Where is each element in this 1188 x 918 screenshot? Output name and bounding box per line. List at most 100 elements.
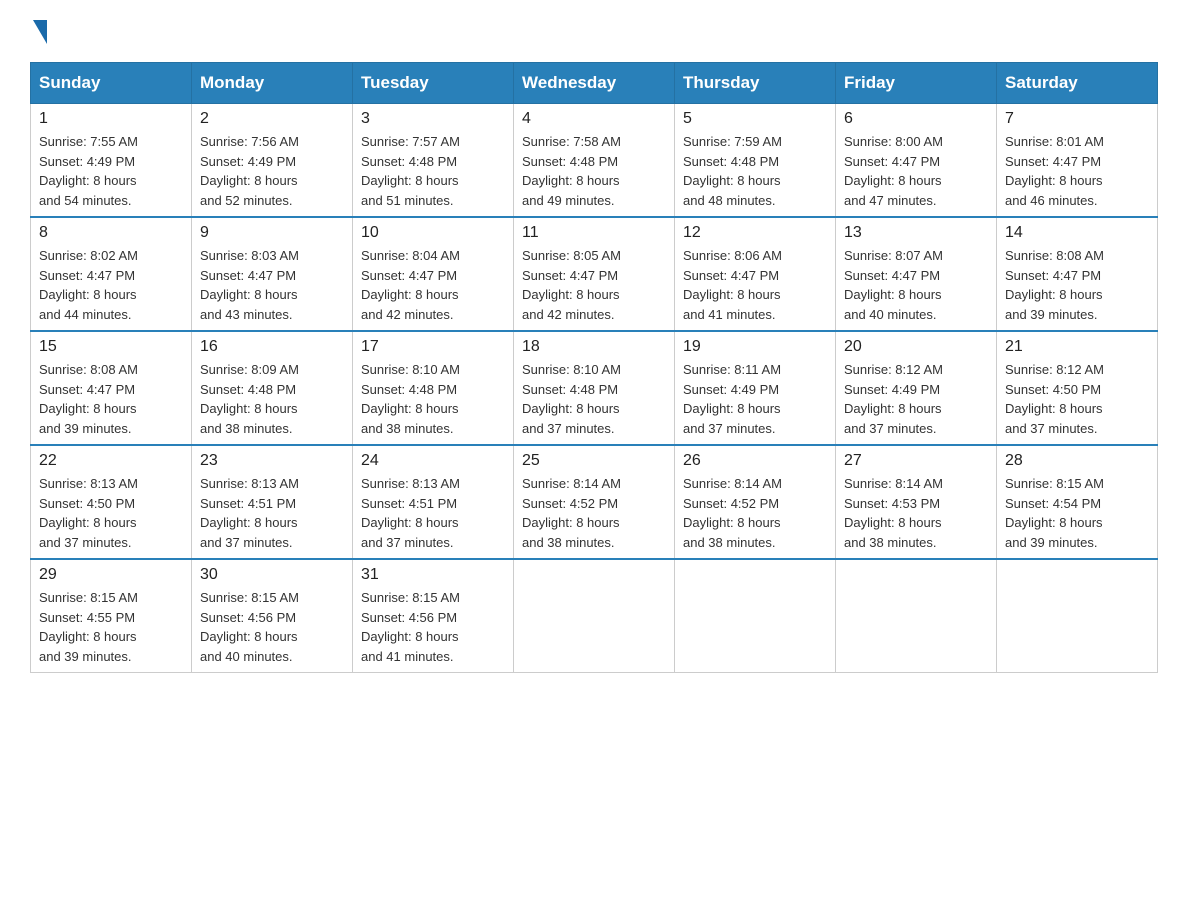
page-header (30, 20, 1158, 42)
daylight-minutes-text: and 37 minutes. (361, 535, 454, 550)
day-number: 26 (683, 452, 827, 470)
day-number: 1 (39, 110, 183, 128)
sunrise-text: Sunrise: 7:58 AM (522, 134, 621, 149)
daylight-minutes-text: and 38 minutes. (200, 421, 293, 436)
sunrise-text: Sunrise: 8:02 AM (39, 248, 138, 263)
daylight-minutes-text: and 37 minutes. (1005, 421, 1098, 436)
calendar-day-cell: 24 Sunrise: 8:13 AM Sunset: 4:51 PM Dayl… (353, 445, 514, 559)
day-info: Sunrise: 8:08 AM Sunset: 4:47 PM Dayligh… (39, 360, 183, 438)
daylight-minutes-text: and 37 minutes. (683, 421, 776, 436)
sunrise-text: Sunrise: 8:12 AM (844, 362, 943, 377)
day-info: Sunrise: 8:03 AM Sunset: 4:47 PM Dayligh… (200, 246, 344, 324)
daylight-text: Daylight: 8 hours (1005, 287, 1103, 302)
daylight-text: Daylight: 8 hours (200, 287, 298, 302)
sunrise-text: Sunrise: 7:56 AM (200, 134, 299, 149)
daylight-minutes-text: and 37 minutes. (844, 421, 937, 436)
day-info: Sunrise: 8:10 AM Sunset: 4:48 PM Dayligh… (522, 360, 666, 438)
sunset-text: Sunset: 4:47 PM (844, 268, 940, 283)
sunrise-text: Sunrise: 8:07 AM (844, 248, 943, 263)
day-number: 16 (200, 338, 344, 356)
calendar-day-cell: 2 Sunrise: 7:56 AM Sunset: 4:49 PM Dayli… (192, 104, 353, 218)
daylight-text: Daylight: 8 hours (683, 173, 781, 188)
daylight-minutes-text: and 48 minutes. (683, 193, 776, 208)
day-number: 21 (1005, 338, 1149, 356)
day-number: 29 (39, 566, 183, 584)
calendar-day-cell: 7 Sunrise: 8:01 AM Sunset: 4:47 PM Dayli… (997, 104, 1158, 218)
logo-triangle-icon (33, 20, 47, 44)
day-info: Sunrise: 8:01 AM Sunset: 4:47 PM Dayligh… (1005, 132, 1149, 210)
day-number: 31 (361, 566, 505, 584)
daylight-minutes-text: and 49 minutes. (522, 193, 615, 208)
calendar-day-cell: 16 Sunrise: 8:09 AM Sunset: 4:48 PM Dayl… (192, 331, 353, 445)
sunset-text: Sunset: 4:47 PM (39, 382, 135, 397)
calendar-day-cell: 1 Sunrise: 7:55 AM Sunset: 4:49 PM Dayli… (31, 104, 192, 218)
day-number: 7 (1005, 110, 1149, 128)
day-number: 17 (361, 338, 505, 356)
sunrise-text: Sunrise: 8:10 AM (522, 362, 621, 377)
calendar-day-cell: 10 Sunrise: 8:04 AM Sunset: 4:47 PM Dayl… (353, 217, 514, 331)
calendar-day-cell: 21 Sunrise: 8:12 AM Sunset: 4:50 PM Dayl… (997, 331, 1158, 445)
sunset-text: Sunset: 4:48 PM (200, 382, 296, 397)
sunrise-text: Sunrise: 8:11 AM (683, 362, 781, 377)
sunset-text: Sunset: 4:47 PM (1005, 268, 1101, 283)
daylight-text: Daylight: 8 hours (200, 515, 298, 530)
daylight-text: Daylight: 8 hours (1005, 401, 1103, 416)
sunset-text: Sunset: 4:47 PM (683, 268, 779, 283)
calendar-day-cell: 8 Sunrise: 8:02 AM Sunset: 4:47 PM Dayli… (31, 217, 192, 331)
calendar-day-cell: 30 Sunrise: 8:15 AM Sunset: 4:56 PM Dayl… (192, 559, 353, 673)
day-number: 24 (361, 452, 505, 470)
daylight-text: Daylight: 8 hours (39, 401, 137, 416)
daylight-text: Daylight: 8 hours (683, 515, 781, 530)
sunset-text: Sunset: 4:49 PM (200, 154, 296, 169)
daylight-text: Daylight: 8 hours (200, 629, 298, 644)
day-number: 6 (844, 110, 988, 128)
daylight-minutes-text: and 43 minutes. (200, 307, 293, 322)
calendar-day-cell (836, 559, 997, 673)
sunrise-text: Sunrise: 7:57 AM (361, 134, 460, 149)
sunrise-text: Sunrise: 7:55 AM (39, 134, 138, 149)
sunset-text: Sunset: 4:50 PM (1005, 382, 1101, 397)
sunrise-text: Sunrise: 8:14 AM (683, 476, 782, 491)
day-info: Sunrise: 7:59 AM Sunset: 4:48 PM Dayligh… (683, 132, 827, 210)
calendar-week-row: 8 Sunrise: 8:02 AM Sunset: 4:47 PM Dayli… (31, 217, 1158, 331)
daylight-minutes-text: and 39 minutes. (1005, 307, 1098, 322)
day-number: 12 (683, 224, 827, 242)
daylight-minutes-text: and 38 minutes. (522, 535, 615, 550)
daylight-text: Daylight: 8 hours (522, 401, 620, 416)
day-number: 4 (522, 110, 666, 128)
sunrise-text: Sunrise: 8:06 AM (683, 248, 782, 263)
daylight-text: Daylight: 8 hours (1005, 173, 1103, 188)
day-number: 5 (683, 110, 827, 128)
day-number: 28 (1005, 452, 1149, 470)
daylight-minutes-text: and 39 minutes. (39, 421, 132, 436)
sunrise-text: Sunrise: 8:04 AM (361, 248, 460, 263)
calendar-day-cell: 4 Sunrise: 7:58 AM Sunset: 4:48 PM Dayli… (514, 104, 675, 218)
sunset-text: Sunset: 4:48 PM (522, 382, 618, 397)
daylight-minutes-text: and 37 minutes. (39, 535, 132, 550)
day-info: Sunrise: 8:07 AM Sunset: 4:47 PM Dayligh… (844, 246, 988, 324)
daylight-minutes-text: and 39 minutes. (1005, 535, 1098, 550)
calendar-day-cell: 19 Sunrise: 8:11 AM Sunset: 4:49 PM Dayl… (675, 331, 836, 445)
sunrise-text: Sunrise: 8:08 AM (1005, 248, 1104, 263)
daylight-minutes-text: and 37 minutes. (200, 535, 293, 550)
daylight-text: Daylight: 8 hours (200, 173, 298, 188)
sunrise-text: Sunrise: 8:12 AM (1005, 362, 1104, 377)
sunset-text: Sunset: 4:51 PM (200, 496, 296, 511)
daylight-text: Daylight: 8 hours (844, 401, 942, 416)
day-number: 20 (844, 338, 988, 356)
daylight-minutes-text: and 51 minutes. (361, 193, 454, 208)
calendar-week-row: 1 Sunrise: 7:55 AM Sunset: 4:49 PM Dayli… (31, 104, 1158, 218)
weekday-header-wednesday: Wednesday (514, 63, 675, 104)
calendar-day-cell: 18 Sunrise: 8:10 AM Sunset: 4:48 PM Dayl… (514, 331, 675, 445)
weekday-header-sunday: Sunday (31, 63, 192, 104)
day-number: 15 (39, 338, 183, 356)
daylight-minutes-text: and 38 minutes. (844, 535, 937, 550)
sunset-text: Sunset: 4:47 PM (1005, 154, 1101, 169)
day-info: Sunrise: 8:09 AM Sunset: 4:48 PM Dayligh… (200, 360, 344, 438)
sunrise-text: Sunrise: 8:15 AM (1005, 476, 1104, 491)
sunrise-text: Sunrise: 8:01 AM (1005, 134, 1104, 149)
day-info: Sunrise: 8:12 AM Sunset: 4:50 PM Dayligh… (1005, 360, 1149, 438)
day-info: Sunrise: 8:02 AM Sunset: 4:47 PM Dayligh… (39, 246, 183, 324)
calendar-day-cell: 6 Sunrise: 8:00 AM Sunset: 4:47 PM Dayli… (836, 104, 997, 218)
weekday-header-friday: Friday (836, 63, 997, 104)
